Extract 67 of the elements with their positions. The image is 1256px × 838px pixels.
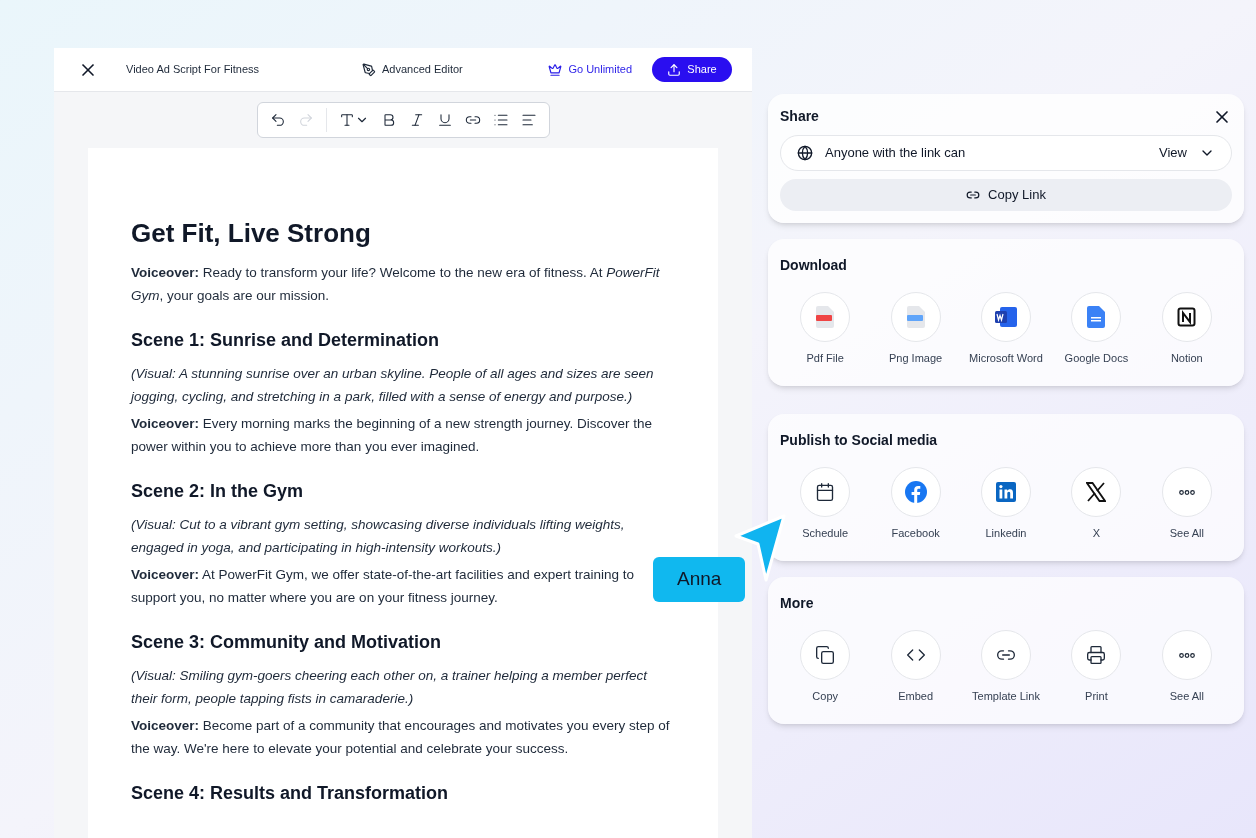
visual-description: (Visual: Smiling gym-goers cheering each other on, a trainer helping a member perfect their form, people tapping fists in camaraderie.)	[131, 667, 649, 708]
section-title: More	[780, 594, 815, 613]
option-button[interactable]: Google Docs	[1051, 292, 1142, 366]
calendar-icon	[815, 482, 836, 502]
x-logo-icon	[1086, 482, 1107, 502]
scene-heading: Scene 1: Sunrise and Determination	[131, 329, 441, 352]
option-button[interactable]: Png Image	[870, 292, 961, 366]
visual-description: (Visual: A stunning sunrise over an urban skyline. People of all ages and sizes are seen jogging, cycling, and stretching in a park, filled with a sense of energy and purpose.)	[131, 365, 655, 406]
visual-description: (Visual: Cut to a vibrant gym setting, showcasing diverse individuals lifting weights, engaged in yoga, and participating in high-intensity workouts.)	[131, 516, 626, 557]
list-button[interactable]	[492, 112, 509, 128]
voiceover-paragraph: Voiceover: Ready to transform your life? Welcome to the new era of fitness. At PowerFit Gym, your goals are our mission.	[131, 264, 661, 305]
document-name: Video Ad Script For Fitness	[126, 62, 261, 78]
pdf-file-icon	[816, 306, 835, 328]
upload-icon	[667, 62, 682, 77]
option-button[interactable]: Embed	[870, 630, 961, 704]
option-button[interactable]: Linkedin	[960, 467, 1052, 541]
access-dropdown[interactable]: Anyone with the link can View	[780, 135, 1232, 171]
align-left-button[interactable]	[520, 112, 537, 128]
undo-icon	[269, 112, 286, 128]
link-icon	[966, 188, 981, 202]
upgrade-link[interactable]: Go Unlimited	[548, 61, 632, 78]
scene-heading: Scene 2: In the Gym	[131, 480, 305, 503]
text-format-button[interactable]	[338, 112, 369, 128]
section-title: Download	[780, 256, 848, 275]
globe-icon	[797, 145, 813, 161]
document-icon	[1087, 306, 1106, 328]
option-button[interactable]: X	[1051, 467, 1142, 541]
scene-heading: Scene 4: Results and Transformation	[131, 782, 450, 805]
share-title: Share	[780, 107, 819, 126]
copy-link-button[interactable]: Copy Link	[780, 179, 1232, 211]
list-icon	[492, 112, 509, 128]
linkedin-icon	[996, 482, 1016, 502]
collaborator-name-tag: Anna	[653, 557, 746, 602]
option-button[interactable]: See All	[1141, 630, 1232, 704]
notion-icon	[1176, 307, 1197, 327]
option-button[interactable]: Schedule	[780, 467, 871, 541]
align-left-icon	[520, 112, 537, 128]
redo-icon	[297, 112, 314, 128]
option-button[interactable]: Pdf File	[780, 292, 871, 366]
document-title: Get Fit, Live Strong	[131, 217, 372, 250]
option-button[interactable]: See All	[1141, 467, 1232, 541]
option-button[interactable]: Notion	[1141, 292, 1232, 366]
crown-icon	[548, 62, 563, 77]
voiceover-paragraph: Voiceover: Become part of a community that encourages and motivates you every step of the way. We're here to elevate your potential and celebrate your success.	[131, 717, 671, 758]
option-button[interactable]: Facebook	[870, 467, 961, 541]
scene-heading: Scene 3: Community and Motivation	[131, 631, 443, 654]
option-button[interactable]: Copy	[780, 630, 871, 704]
option-button[interactable]: Template Link	[960, 630, 1052, 704]
text-format-icon	[338, 112, 355, 128]
voiceover-paragraph: Voiceover: At PowerFit Gym, we offer state-of-the-art facilities and expert training to support you, no matter where you are on your fitness journey.	[131, 566, 635, 607]
voiceover-paragraph: Voiceover: Every morning marks the beginning of a new strength journey. Discover the power within you to achieve more than you ever imagined.	[131, 415, 653, 456]
underline-icon	[436, 112, 453, 128]
image-file-icon	[906, 306, 925, 328]
pen-icon	[362, 62, 376, 77]
underline-button[interactable]	[436, 112, 453, 128]
more-icon	[1178, 652, 1195, 658]
undo-button[interactable]	[269, 112, 286, 128]
section-title: Publish to Social media	[780, 431, 939, 450]
share-button[interactable]: Share	[652, 57, 732, 82]
advanced-editor-button[interactable]: Advanced Editor	[362, 61, 463, 78]
copy-icon	[815, 645, 836, 665]
facebook-icon	[904, 481, 927, 503]
word-icon	[995, 307, 1017, 327]
option-button[interactable]: Print	[1051, 630, 1142, 704]
printer-icon	[1086, 645, 1107, 665]
option-button[interactable]: Microsoft Word	[960, 292, 1052, 366]
more-icon	[1178, 489, 1195, 495]
